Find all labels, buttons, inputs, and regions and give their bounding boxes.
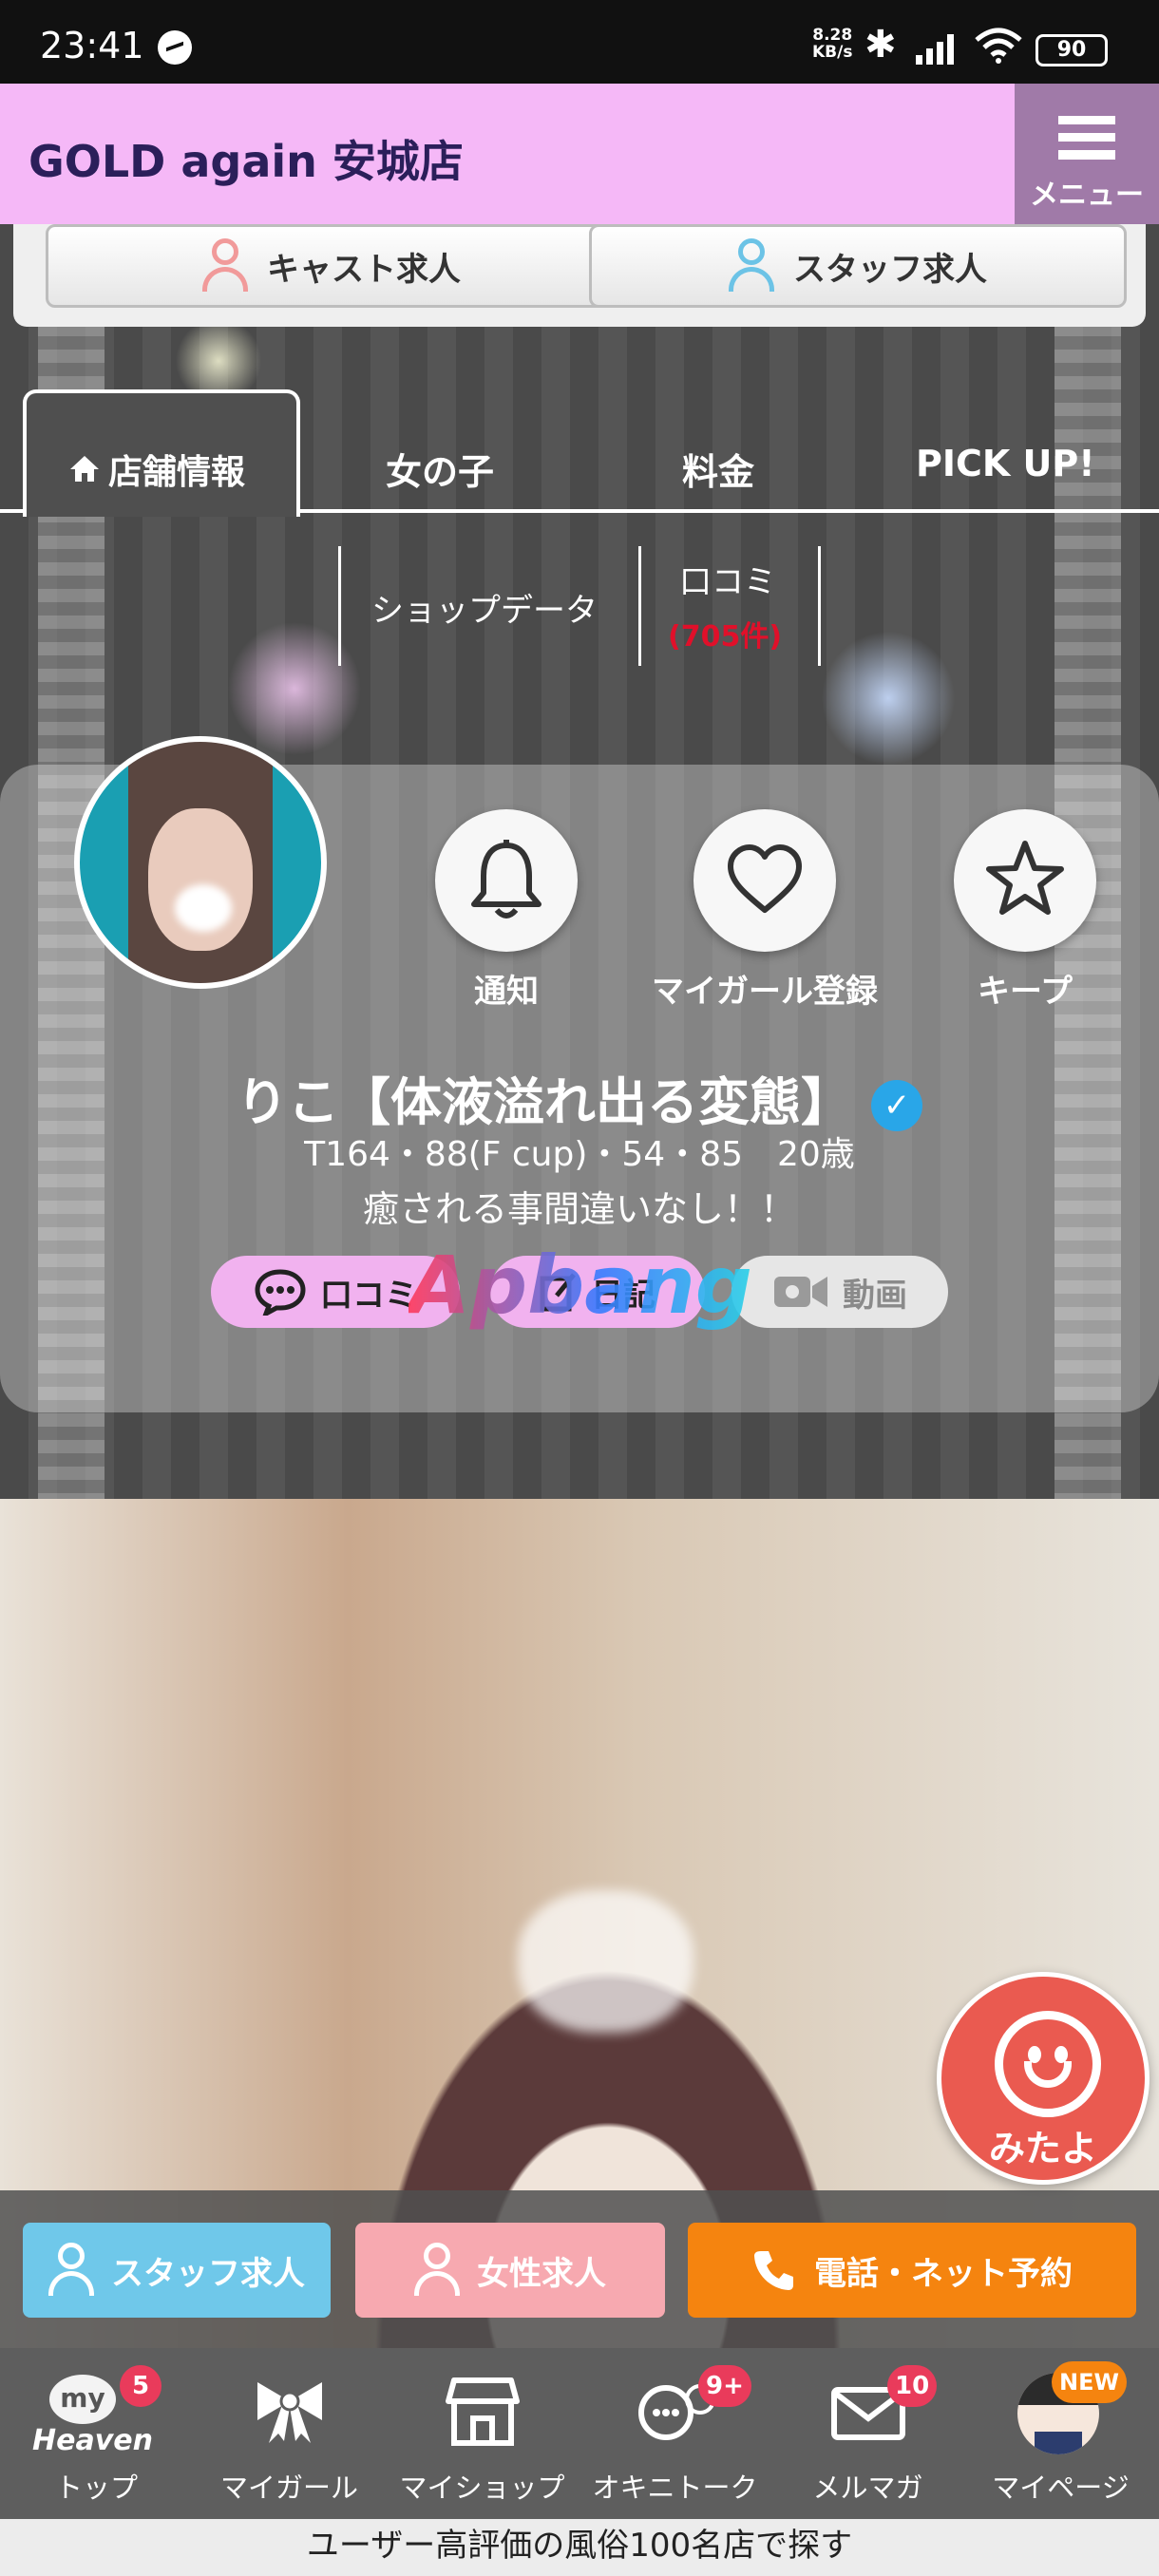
menu-button[interactable]: メニュー [1015, 84, 1159, 224]
home-icon [70, 456, 99, 482]
shop-icon [446, 2377, 520, 2446]
nav-okini-label: オキニトーク [592, 2472, 758, 2504]
nav-mypage[interactable]: NEW マイページ [964, 2348, 1157, 2519]
cast-catchphrase: 癒される事間違いなし！！ [362, 1188, 796, 1230]
heaven-logo-text: Heaven [32, 2424, 153, 2457]
recruit-box: キャスト求人 スタッフ求人 [13, 224, 1146, 327]
bluetooth-icon: ✱ [864, 23, 897, 66]
network-speed-value: 8.28 [812, 26, 853, 45]
hamburger-icon [1058, 116, 1115, 160]
watermark: Apbang [408, 1239, 752, 1332]
staff-recruit-button[interactable]: スタッフ求人 [589, 224, 1127, 308]
cast-recruit-label: キャスト求人 [267, 250, 461, 289]
nav-mypage-label: マイページ [992, 2472, 1130, 2504]
phone-icon [754, 2251, 793, 2290]
verified-icon: ✓ [871, 1080, 922, 1132]
mitayo-button[interactable]: みたよ [937, 1972, 1150, 2185]
reviews-count: (705件) [668, 620, 783, 653]
female-recruit-button[interactable]: 女性求人 [355, 2223, 665, 2318]
nav-mailmag-badge: 10 [887, 2365, 938, 2407]
app-screen: 23:41 8.28 KB/s ✱ 90 GOLD again 安城店 メニュー [0, 0, 1159, 2576]
heaven-logo-icon: my [49, 2375, 116, 2424]
mitayo-label: みたよ [988, 2128, 1097, 2169]
nav-myshop-label: マイショップ [399, 2472, 565, 2504]
staff-recruit-action-label: スタッフ求人 [111, 2254, 305, 2293]
nav-myshop[interactable]: マイショップ [386, 2348, 579, 2519]
cast-recruit-button[interactable]: キャスト求人 [46, 224, 618, 308]
messenger-icon [158, 30, 192, 65]
notify-label: 通知 [474, 973, 539, 1011]
staff-recruit-action-button[interactable]: スタッフ求人 [23, 2223, 331, 2318]
person-icon [414, 2243, 460, 2298]
cast-stats: T164・88(F cup)・54・85 20歳 [304, 1135, 855, 1174]
wifi-icon [975, 28, 1022, 64]
tab-bar: 店舗情報 女の子 料金 PICK UP! [0, 389, 1159, 517]
subnav-shop-data[interactable]: ショップデータ [338, 546, 640, 666]
site-header: GOLD again 安城店 メニュー [0, 84, 1159, 224]
nav-mypage-badge: NEW [1052, 2361, 1127, 2403]
tab-pickup[interactable]: PICK UP! [916, 443, 1095, 484]
bell-icon [471, 840, 542, 919]
review-pill-label: 口コミ [320, 1276, 417, 1315]
network-speed-unit: KB/s [812, 43, 853, 62]
profile-avatar[interactable] [74, 736, 327, 989]
keep-button[interactable] [954, 809, 1096, 952]
action-bar: スタッフ求人 女性求人 電話・ネット予約 [0, 2190, 1159, 2348]
staff-recruit-label: スタッフ求人 [793, 250, 987, 289]
signal-icon [916, 34, 954, 65]
mygirl-label: マイガール登録 [652, 973, 878, 1011]
battery-indicator: 90 [1036, 34, 1108, 66]
nav-okini-badge: 9+ [698, 2365, 751, 2407]
subnav-reviews[interactable]: 口コミ (705件) [638, 546, 821, 666]
notify-button[interactable] [435, 809, 578, 952]
person-icon [202, 238, 248, 294]
person-icon [729, 238, 774, 294]
smile-icon [995, 2011, 1101, 2117]
heart-icon [728, 844, 802, 913]
network-speed: 8.28 KB/s [812, 27, 852, 61]
chat-bubble-icon [255, 1269, 306, 1316]
status-time: 23:41 [40, 25, 144, 66]
nav-top-badge: 5 [120, 2365, 162, 2407]
mygirl-register-button[interactable] [694, 809, 836, 952]
nav-mygirl[interactable]: マイガール [193, 2348, 386, 2519]
cast-name: りこ【体液溢れ出る変態】 ✓ [0, 1060, 1159, 1135]
star-icon [986, 841, 1064, 915]
nav-top[interactable]: my Heaven 5 トップ [0, 2348, 193, 2519]
ribbon-icon [257, 2382, 322, 2443]
tab-girls[interactable]: 女の子 [386, 443, 494, 495]
subnav-shop-data-label: ショップデータ [371, 592, 598, 630]
video-pill-button[interactable]: 動画 [732, 1256, 948, 1328]
video-pill-label: 動画 [843, 1276, 907, 1315]
person-icon [48, 2243, 94, 2298]
call-reserve-button[interactable]: 電話・ネット予約 [688, 2223, 1136, 2318]
nav-okini-talk[interactable]: 9+ オキニトーク [579, 2348, 771, 2519]
tab-price[interactable]: 料金 [682, 443, 754, 495]
subnav-reviews-label: 口コミ [679, 563, 776, 601]
female-recruit-label: 女性求人 [477, 2254, 606, 2293]
nav-mygirl-label: マイガール [219, 2472, 358, 2504]
call-reserve-label: 電話・ネット予約 [814, 2254, 1073, 2293]
footer-banner[interactable]: ユーザー高評価の風俗100名店で探す [0, 2519, 1159, 2576]
photo-blur-mask [518, 1890, 694, 2033]
nav-top-label: トップ [54, 2472, 138, 2504]
tab-shop-info[interactable]: 店舗情報 [23, 389, 300, 517]
menu-label: メニュー [1030, 179, 1144, 212]
cast-name-text: りこ【体液溢れ出る変態】 [237, 1072, 852, 1132]
video-camera-icon [774, 1277, 827, 1307]
status-bar: 23:41 8.28 KB/s ✱ 90 [0, 0, 1159, 84]
nav-mailmag-label: メルマガ [812, 2472, 923, 2504]
tab-shop-info-label: 店舗情報 [108, 453, 246, 492]
bottom-nav: my Heaven 5 トップ マイガール マイショップ 9+ オキニトーク 1… [0, 2348, 1159, 2519]
keep-label: キープ [978, 973, 1073, 1011]
nav-mailmag[interactable]: 10 メルマガ [771, 2348, 964, 2519]
shop-title[interactable]: GOLD again 安城店 [28, 127, 464, 190]
